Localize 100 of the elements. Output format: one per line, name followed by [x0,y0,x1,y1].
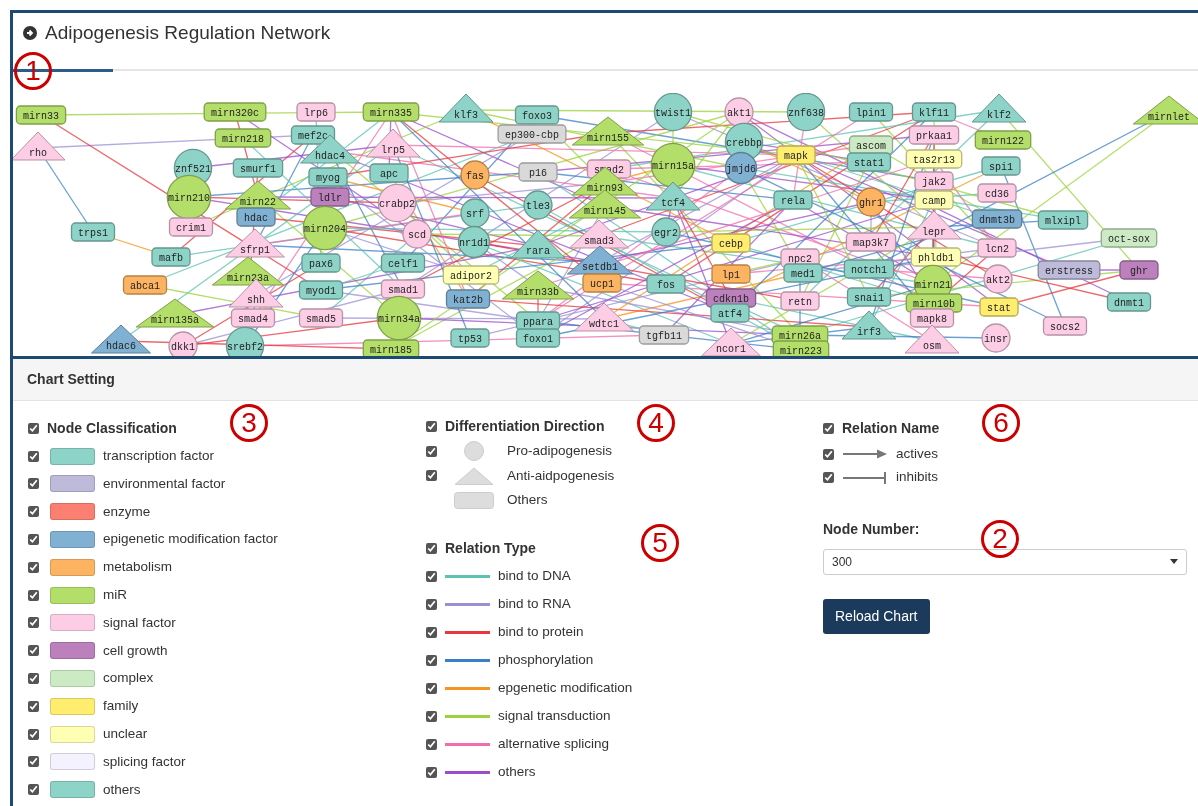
network-node[interactable]: mirn33 [15,104,67,125]
network-node[interactable]: dnmt3b [971,208,1023,229]
network-node[interactable]: p16 [518,161,558,182]
network-node[interactable]: srebf2 [225,326,265,356]
network-node[interactable]: tle3 [523,189,553,220]
network-node[interactable]: erstress [1037,259,1101,280]
network-node[interactable]: crim1 [168,216,214,237]
network-node[interactable]: hdac [236,206,276,227]
network-node[interactable]: znf638 [786,92,826,131]
network-node[interactable]: ghr [1119,259,1159,280]
network-node[interactable]: mirn218 [214,127,272,148]
network-node[interactable]: adipor2 [442,264,500,285]
network-node[interactable]: mirn122 [974,129,1032,150]
network-node[interactable]: klf2 [971,93,1027,122]
network-node[interactable]: mirn155 [571,116,645,145]
network-node[interactable]: npc2 [780,247,820,268]
network-node[interactable]: mlxipl [1037,209,1089,230]
network-node[interactable]: mapk8 [909,307,955,328]
network-node[interactable]: lrp6 [296,101,336,122]
network-node[interactable]: srf [460,197,490,228]
network-node[interactable]: smad3 [569,219,629,248]
network-node[interactable]: trps1 [70,221,116,242]
network-node[interactable]: ldlr [310,186,350,207]
network-node[interactable]: map3k7 [845,231,897,252]
node-number-select[interactable]: 300 [823,548,1187,575]
network-node[interactable]: wdtc1 [574,302,634,331]
network-node[interactable]: mirn135a [135,298,215,327]
network-node[interactable]: lcn2 [977,237,1017,258]
network-node[interactable]: scd [402,218,432,249]
network-node[interactable]: lpin1 [848,101,894,122]
network-node[interactable]: mirn34a [376,295,422,340]
network-node[interactable]: prkaa1 [908,124,960,145]
network-node[interactable]: phldb1 [910,246,962,267]
network-node[interactable]: fos [646,273,686,294]
network-node[interactable]: tgfb11 [638,324,690,345]
network-node[interactable]: tas2r13 [905,148,963,169]
network-node[interactable]: ncor1 [701,327,761,356]
network-node[interactable]: akt1 [724,96,754,127]
network-node[interactable]: dnmt1 [1106,291,1152,312]
network-node[interactable]: irf3 [841,310,897,339]
network-node[interactable]: mirn204 [302,205,348,250]
network-node[interactable]: cdkn1b [705,287,757,308]
network-node[interactable]: celf1 [380,252,426,273]
network-node[interactable]: ascom [848,134,894,155]
network-node[interactable]: hdac6 [91,324,151,353]
network-node[interactable]: smad4 [230,307,276,328]
network-node[interactable]: ghr1 [856,186,886,217]
network-node[interactable]: mirn320c [203,101,267,122]
network-node[interactable]: egr2 [651,216,681,247]
network-node[interactable]: rara [510,229,566,258]
network-node[interactable]: mirn223 [772,339,830,356]
network-node[interactable]: mapk [776,144,816,165]
network-node[interactable]: stat [979,296,1019,317]
network-node[interactable]: kat2b [445,288,491,309]
network-node[interactable]: abca1 [122,274,168,295]
network-node[interactable]: mirn26a [771,324,829,345]
network-node[interactable]: lrp5 [365,128,421,157]
network-node[interactable]: socs2 [1042,315,1088,336]
network-node[interactable]: mirn33b [501,270,575,299]
network-node[interactable]: smad1 [380,278,426,299]
network-node[interactable]: lepr [906,210,962,239]
network-node[interactable]: cebp [711,232,751,253]
network-node[interactable]: twist1 [653,92,693,131]
network-node[interactable]: mef2c [290,124,336,145]
network-node[interactable]: stat1 [846,151,892,172]
network-node[interactable]: snai1 [846,286,892,307]
network-node[interactable]: mirn15a [650,142,696,187]
network-node[interactable]: mirn210 [166,174,212,219]
network-node[interactable]: fas [460,159,490,190]
network-node[interactable]: mirn185 [362,338,420,356]
network-node[interactable]: rela [773,189,813,210]
reload-button[interactable]: Reload Chart [823,598,930,634]
network-node[interactable]: nr1d1 [457,225,491,258]
network-node[interactable]: notch1 [843,258,895,279]
network-node[interactable]: mirn335 [362,101,420,122]
network-node[interactable]: lp1 [711,263,751,284]
network-node[interactable]: med1 [783,262,823,283]
network-node[interactable]: retn [780,290,820,311]
network-node[interactable]: ucp1 [582,272,622,293]
network-node[interactable]: klf11 [911,101,957,122]
network-node[interactable]: myod1 [298,279,344,300]
network-node[interactable]: akt2 [983,263,1013,294]
network-node[interactable]: myog [308,166,348,187]
network-node[interactable]: oct-sox [1100,227,1158,248]
network-node[interactable]: tp53 [450,327,490,348]
network-node[interactable]: camp [914,189,954,210]
network-node[interactable]: setdb1 [566,245,634,274]
network-node[interactable]: jmjd6 [724,151,758,184]
network-node[interactable]: smurf1 [232,157,284,178]
network-node[interactable]: klf3 [438,93,494,122]
network-node[interactable]: insr [981,322,1011,353]
network-node[interactable]: crabp2 [377,183,417,222]
network-node[interactable]: sfrp1 [225,228,285,257]
network-node[interactable]: mirnlet [1132,95,1198,124]
network-node[interactable]: foxo3 [514,104,560,125]
network-node[interactable]: ppara [515,310,561,331]
network-node[interactable]: pax6 [301,252,341,273]
network-node[interactable]: tcf4 [645,181,701,210]
network-node[interactable]: dkk1 [168,330,198,356]
network-node[interactable]: osm [904,324,960,353]
